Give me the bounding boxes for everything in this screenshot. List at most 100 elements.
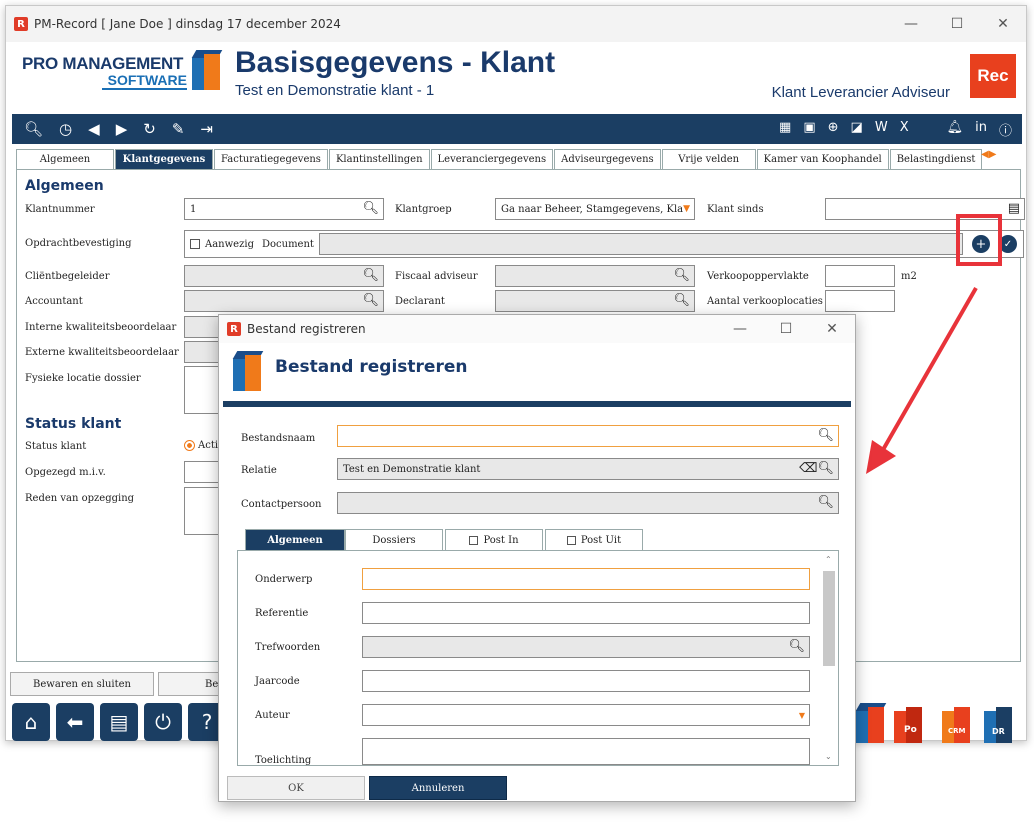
history-icon[interactable]: ◷ [59, 120, 72, 138]
scrollbar[interactable]: ⌃ ⌄ [822, 555, 836, 761]
cube-logo-icon [191, 50, 223, 90]
back-icon[interactable]: ⬅ [56, 703, 94, 741]
referentie-label: Referentie [255, 608, 309, 619]
scrollbar-thumb[interactable] [823, 571, 835, 666]
previous-icon[interactable]: ◀ [88, 120, 100, 138]
trefwoorden-field[interactable]: 🔍︎ [362, 636, 810, 658]
save-close-button[interactable]: Bewaren en sluiten [10, 672, 154, 696]
tab-facturatiegegevens[interactable]: Facturatiegegevens [214, 149, 328, 169]
pro-management-logo: PRO MANAGEMENT SOFTWARE [22, 50, 223, 90]
klantgroep-select[interactable]: Ga naar Beheer, Stamgegevens, Kla ▼ [495, 198, 695, 220]
bestandsnaam-field[interactable]: 🔍︎ [337, 425, 839, 447]
dialog-tab-post-uit[interactable]: Post Uit [545, 529, 643, 550]
dialog-tab-algemeen[interactable]: Algemeen [245, 529, 345, 550]
klantnummer-field[interactable]: 1 🔍︎ [184, 198, 384, 220]
page-subtitle: Test en Demonstratie klant - 1 [235, 82, 435, 99]
word-icon[interactable]: W [875, 120, 888, 139]
title-bar: R PM-Record [ Jane Doe ] dinsdag 17 dece… [6, 6, 1026, 42]
jaarcode-label: Jaarcode [255, 676, 300, 687]
ok-button[interactable]: OK [227, 776, 365, 800]
outlook-icon[interactable]: ◪ [851, 120, 863, 139]
tab-scroll-arrows-icon[interactable]: ◀▶ [981, 149, 996, 160]
declarant-field[interactable]: 🔍︎ [495, 290, 695, 312]
document-icon[interactable]: ▣ [803, 120, 815, 139]
contactpersoon-label: Contactpersoon [241, 499, 322, 510]
page-title: Basisgegevens - Klant [235, 46, 556, 79]
auteur-select[interactable]: ▼ [362, 704, 810, 726]
onderwerp-label: Onderwerp [255, 574, 313, 585]
linkedin-icon[interactable]: in [975, 120, 987, 139]
rec-badge: Rec [970, 54, 1016, 98]
crm-module-icon[interactable]: CRM [942, 703, 972, 743]
aanwezig-checkbox[interactable] [190, 239, 200, 249]
search-icon: 🔍︎ [362, 293, 379, 308]
maximize-button[interactable]: ☐ [934, 16, 980, 32]
tab-algemeen[interactable]: Algemeen [16, 149, 114, 169]
next-icon[interactable]: ▶ [116, 120, 128, 138]
dialog-tab-post-in[interactable]: Post In [445, 529, 543, 550]
dr-module-icon[interactable]: DR [984, 703, 1014, 743]
document-field[interactable] [319, 233, 963, 255]
edit-icon[interactable]: ✎ [172, 120, 185, 138]
search-icon: 🔍︎ [817, 495, 834, 510]
refresh-icon[interactable]: ↻ [143, 120, 156, 138]
power-icon[interactable]: ⏻ [144, 703, 182, 741]
tab-klantgegevens[interactable]: Klantgegevens [115, 149, 213, 169]
toelichting-field[interactable] [362, 738, 810, 765]
bell-icon[interactable]: 🔔︎ [947, 120, 964, 139]
po-module-icon[interactable]: Po [894, 703, 924, 743]
chevron-down-icon: ▼ [683, 204, 690, 214]
toelichting-label: Toelichting [255, 755, 312, 765]
dialog-maximize-button[interactable]: ☐ [763, 321, 809, 337]
relatie-label: Relatie [241, 465, 277, 476]
dialog-header: Bestand registreren [219, 343, 855, 401]
accountant-label: Accountant [25, 296, 83, 307]
trefwoorden-label: Trefwoorden [255, 642, 321, 653]
aantal-verkooplocaties-field[interactable] [825, 290, 895, 312]
calculator-icon[interactable]: ▦ [779, 120, 791, 139]
tab-klantinstellingen[interactable]: Klantinstellingen [328, 149, 430, 169]
cancel-button[interactable]: Annuleren [369, 776, 507, 800]
interne-label: Interne kwaliteitsbeoordelaar [25, 322, 177, 333]
tab-adviseurgegevens[interactable]: Adviseurgegevens [554, 149, 661, 169]
relation-roles: Klant Leverancier Adviseur [771, 84, 950, 101]
info-icon[interactable]: ⓘ [999, 120, 1012, 139]
jaarcode-field[interactable] [362, 670, 810, 692]
search-icon: 🔍︎ [362, 268, 379, 283]
contactpersoon-field[interactable]: 🔍︎ [337, 492, 839, 514]
globe-icon[interactable]: ⊕ [828, 120, 839, 139]
accountant-field[interactable]: 🔍︎ [184, 290, 384, 312]
tab-vrije-velden[interactable]: Vrije velden [661, 149, 756, 169]
notes-icon[interactable]: ▤ [100, 703, 138, 741]
dialog-title-bar: R Bestand registreren — ☐ ✕ [219, 315, 855, 343]
app-logo-icon: R [14, 17, 28, 31]
module-cube-icon[interactable] [855, 703, 887, 743]
verkoopoppervlakte-field[interactable] [825, 265, 895, 287]
excel-icon[interactable]: X [900, 120, 909, 139]
dialog-minimize-button[interactable]: — [717, 321, 763, 337]
clientbegeleider-field[interactable]: 🔍︎ [184, 265, 384, 287]
dialog-tab-dossiers[interactable]: Dossiers [345, 529, 443, 550]
calendar-icon: ▤ [1007, 201, 1020, 216]
search-icon[interactable]: 🔍︎ [24, 120, 43, 138]
tab-belastingdienst[interactable]: Belastingdienst [889, 149, 983, 169]
opdrachtbevestiging-label: Opdrachtbevestiging [25, 238, 132, 249]
home-icon[interactable]: ⌂ [12, 703, 50, 741]
dialog-close-button[interactable]: ✕ [809, 321, 855, 337]
scroll-up-icon: ⌃ [825, 555, 832, 564]
onderwerp-field[interactable] [362, 568, 810, 590]
close-button[interactable]: ✕ [980, 16, 1026, 32]
tab-kamer-van-koophandel[interactable]: Kamer van Koophandel [756, 149, 889, 169]
reden-label: Reden van opzegging [25, 493, 135, 504]
relatie-field[interactable]: Test en Demonstratie klant ⌫🔍︎ [337, 458, 839, 480]
bestandsnaam-label: Bestandsnaam [241, 433, 316, 444]
tab-leveranciergegevens[interactable]: Leveranciergegevens [430, 149, 554, 169]
fiscaal-adviseur-field[interactable]: 🔍︎ [495, 265, 695, 287]
exit-icon[interactable]: ⇥ [200, 120, 213, 138]
section-algemeen: Algemeen [25, 178, 104, 194]
auteur-label: Auteur [255, 710, 290, 721]
dialog-tab-panel: Onderwerp Referentie Trefwoorden 🔍︎ Jaar… [237, 550, 839, 766]
klant-sinds-label: Klant sinds [707, 204, 764, 215]
referentie-field[interactable] [362, 602, 810, 624]
minimize-button[interactable]: — [888, 16, 934, 32]
